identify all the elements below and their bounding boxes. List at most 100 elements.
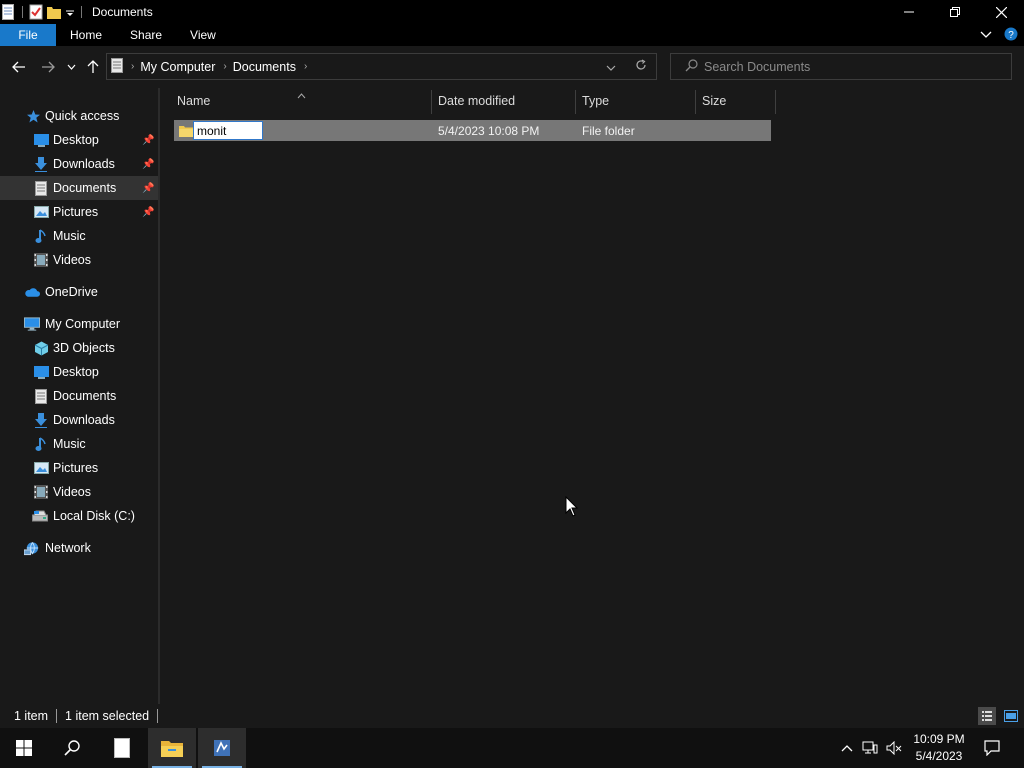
status-separator (157, 709, 159, 723)
sidebar-item-label: Local Disk (C:) (53, 509, 135, 523)
search-taskbar-button[interactable] (48, 728, 96, 768)
sidebar-item-onedrive[interactable]: OneDrive (0, 280, 158, 304)
desktop-icon (33, 364, 49, 380)
navigation-pane: Quick access Desktop 📌 Downloads 📌 Docum… (0, 88, 158, 704)
column-separator[interactable] (575, 90, 576, 114)
status-bar: 1 item 1 item selected (0, 704, 1024, 728)
address-actions (596, 54, 656, 79)
column-header-type[interactable]: Type (582, 88, 694, 114)
expand-ribbon-icon[interactable] (980, 28, 992, 43)
sidebar-item-label: Quick access (45, 109, 120, 123)
documents-icon (33, 388, 49, 404)
title-bar: Documents (0, 0, 1024, 24)
search-input[interactable] (704, 59, 994, 74)
sidebar-item-documents-2[interactable]: Documents (0, 384, 158, 408)
volume-muted-icon[interactable] (882, 741, 906, 755)
clock-time: 10:09 PM (913, 732, 965, 746)
start-button[interactable] (0, 728, 48, 768)
sidebar-item-label: Music (53, 229, 86, 243)
sidebar-item-local-disk[interactable]: Local Disk (C:) (0, 504, 158, 528)
rename-input[interactable] (193, 121, 263, 140)
clock-date: 5/4/2023 (915, 749, 963, 763)
up-button[interactable] (81, 52, 105, 82)
sidebar-item-desktop[interactable]: Desktop 📌 (0, 128, 158, 152)
properties-icon[interactable] (29, 4, 43, 20)
pin-icon: 📌 (142, 134, 155, 146)
column-separator[interactable] (695, 90, 696, 114)
show-hidden-icons-button[interactable] (836, 744, 858, 752)
sidebar-item-pictures-2[interactable]: Pictures (0, 456, 158, 480)
breadcrumb-chevron-icon[interactable]: › (223, 61, 226, 72)
minimize-button[interactable] (886, 0, 932, 24)
downloads-icon (33, 412, 49, 428)
action-center-button[interactable] (972, 728, 1012, 768)
music-icon (33, 228, 49, 244)
sidebar-item-downloads-2[interactable]: Downloads (0, 408, 158, 432)
table-row[interactable]: 5/4/2023 10:08 PM File folder (174, 120, 771, 141)
sidebar-item-desktop-2[interactable]: Desktop (0, 360, 158, 384)
customize-qat-icon[interactable] (65, 4, 75, 20)
taskbar-app[interactable] (198, 728, 246, 768)
sidebar-item-music-2[interactable]: Music (0, 432, 158, 456)
file-type: File folder (582, 123, 635, 138)
sidebar-item-documents[interactable]: Documents 📌 (0, 176, 158, 200)
taskbar-clock[interactable]: 10:09 PM 5/4/2023 (906, 731, 972, 765)
sidebar-item-videos-2[interactable]: Videos (0, 480, 158, 504)
large-icons-view-icon (1004, 710, 1018, 722)
sidebar-item-quick-access[interactable]: Quick access (0, 104, 158, 128)
documents-icon (33, 180, 49, 196)
tab-home[interactable]: Home (56, 24, 116, 46)
address-bar[interactable]: › My Computer › Documents › (106, 53, 657, 80)
new-folder-icon[interactable] (47, 4, 61, 20)
tab-share[interactable]: Share (116, 24, 176, 46)
restore-button[interactable] (932, 0, 978, 24)
details-view-button[interactable] (978, 707, 996, 725)
star-icon (25, 108, 41, 124)
column-separator[interactable] (431, 90, 432, 114)
sidebar-item-label: Downloads (53, 157, 115, 171)
forward-arrow-icon (42, 61, 55, 73)
sidebar-item-pictures[interactable]: Pictures 📌 (0, 200, 158, 224)
ribbon-tabs: File Home Share View ? (0, 24, 1024, 46)
breadcrumb-my-computer[interactable]: My Computer (140, 60, 215, 74)
large-icons-view-button[interactable] (1002, 707, 1020, 725)
recent-locations-button[interactable] (62, 52, 80, 82)
windows-logo-icon (16, 740, 32, 756)
sidebar-item-network[interactable]: Network (0, 536, 158, 560)
folder-icon (179, 120, 193, 141)
sidebar-item-music[interactable]: Music (0, 224, 158, 248)
sidebar-item-downloads[interactable]: Downloads 📌 (0, 152, 158, 176)
taskbar-notepad[interactable] (98, 728, 146, 768)
taskbar-file-explorer[interactable] (148, 728, 196, 768)
chevron-down-icon (606, 65, 616, 71)
tab-view[interactable]: View (176, 24, 230, 46)
column-separator[interactable] (775, 90, 776, 114)
tab-file[interactable]: File (0, 24, 56, 46)
sidebar-item-label: Documents (53, 181, 117, 195)
breadcrumb-documents[interactable]: Documents (233, 60, 296, 74)
address-history-dropdown[interactable] (596, 60, 626, 74)
breadcrumb-chevron-icon[interactable]: › (131, 61, 134, 72)
item-count: 1 item (14, 709, 49, 723)
column-header-size[interactable]: Size (702, 88, 774, 114)
up-arrow-icon (87, 60, 99, 73)
document-icon (2, 4, 16, 20)
help-icon[interactable]: ? (1004, 27, 1018, 44)
forward-button[interactable] (36, 52, 60, 82)
breadcrumb-chevron-icon[interactable]: › (304, 61, 307, 72)
refresh-button[interactable] (626, 59, 656, 74)
file-list: Name Date modified Type Size 5/4/2023 10… (160, 88, 1024, 704)
sidebar-item-my-computer[interactable]: My Computer (0, 312, 158, 336)
sidebar-item-3d-objects[interactable]: 3D Objects (0, 336, 158, 360)
mouse-cursor-icon (565, 495, 579, 518)
back-button[interactable] (7, 52, 31, 82)
onedrive-icon (24, 284, 40, 300)
close-button[interactable] (978, 0, 1024, 24)
sidebar-item-label: Documents (53, 389, 117, 403)
back-arrow-icon (12, 61, 25, 73)
network-tray-icon[interactable] (858, 741, 882, 755)
column-header-date-modified[interactable]: Date modified (438, 88, 574, 114)
sidebar-item-label: Videos (53, 485, 91, 499)
sidebar-item-videos[interactable]: Videos (0, 248, 158, 272)
search-box[interactable] (670, 53, 1012, 80)
